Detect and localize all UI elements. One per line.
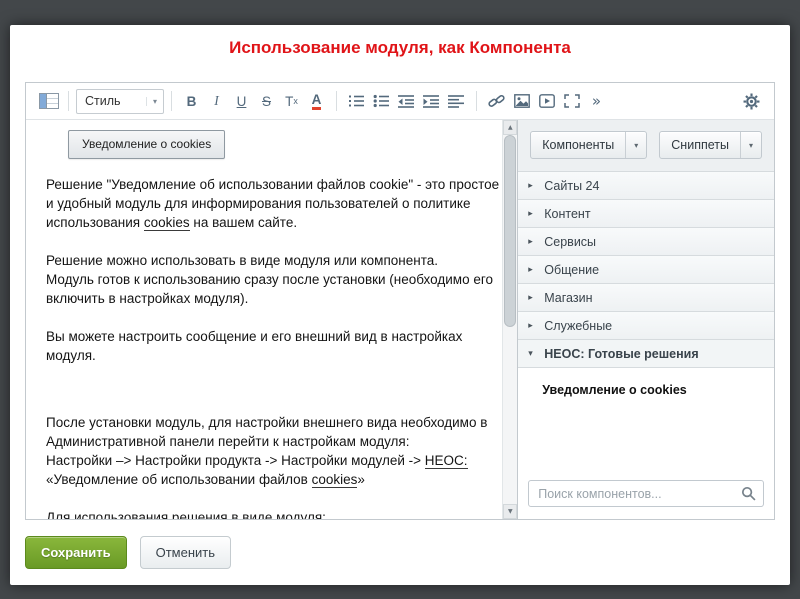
underline-button[interactable]: U — [229, 89, 254, 114]
components-panel: Компоненты ▾ Сниппеты ▾ ▸ Сайты 24 ▸ — [517, 120, 774, 519]
indent-icon — [423, 94, 440, 108]
more-tools-button[interactable]: » — [584, 89, 609, 114]
spellcheck-word: НЕОС: — [425, 453, 468, 469]
page-title: Использование модуля, как Компонента — [10, 25, 790, 58]
search-button[interactable] — [741, 486, 756, 506]
paragraph: Решение "Уведомление об использовании фа… — [46, 175, 502, 232]
chevron-right-icon: ▸ — [528, 181, 537, 191]
chevron-down-icon: ▾ — [146, 97, 157, 106]
editor-main: Уведомление о cookies Решение "Уведомлен… — [26, 120, 774, 519]
toolbar-divider — [68, 91, 69, 111]
chevron-down-icon[interactable]: ▾ — [740, 132, 761, 158]
text-color-button[interactable]: A — [312, 93, 322, 110]
toolbar-divider — [336, 91, 337, 111]
unordered-list-button[interactable] — [369, 89, 394, 114]
outdent-icon — [398, 94, 415, 108]
paragraph: Вы можете настроить сообщение и его внеш… — [46, 327, 502, 365]
clear-format-button[interactable]: Tx — [279, 89, 304, 114]
link-button[interactable] — [484, 89, 509, 114]
chevron-right-icon: ▸ — [528, 293, 537, 303]
image-icon — [514, 94, 530, 108]
scrollbar-up-button[interactable]: ▲ — [503, 120, 517, 135]
editor-content[interactable]: Уведомление о cookies Решение "Уведомлен… — [26, 120, 502, 519]
section-communication[interactable]: ▸ Общение — [518, 256, 774, 284]
align-button[interactable] — [444, 89, 469, 114]
editor-dialog: Использование модуля, как Компонента Сти… — [10, 25, 790, 585]
bold-button[interactable]: B — [179, 89, 204, 114]
strikethrough-button[interactable]: S — [254, 89, 279, 114]
spellcheck-word: cookies — [312, 472, 358, 488]
outdent-button[interactable] — [394, 89, 419, 114]
style-select-label: Стиль — [85, 94, 121, 108]
component-search-row — [518, 474, 774, 519]
chevron-right-icon: ▸ — [528, 321, 537, 331]
save-button[interactable]: Сохранить — [25, 536, 127, 569]
chevron-down-icon: ▾ — [528, 349, 537, 359]
section-sites24[interactable]: ▸ Сайты 24 — [518, 172, 774, 200]
video-icon — [539, 94, 555, 108]
chevron-right-icon: ▸ — [528, 237, 537, 247]
editor-toolbar: Стиль ▾ B I U S Tx A — [26, 83, 774, 120]
italic-button[interactable]: I — [204, 89, 229, 114]
scrollbar-track[interactable] — [503, 135, 517, 504]
chevron-down-icon[interactable]: ▾ — [625, 132, 646, 158]
image-button[interactable] — [509, 89, 534, 114]
components-panel-toggle-button[interactable] — [36, 89, 61, 114]
wysiwyg-editor: Стиль ▾ B I U S Tx A — [25, 82, 775, 520]
section-shop[interactable]: ▸ Магазин — [518, 284, 774, 312]
settings-button[interactable] — [739, 89, 764, 114]
cancel-button[interactable]: Отменить — [140, 536, 231, 569]
dialog-footer: Сохранить Отменить — [25, 536, 231, 569]
panel-buttons-row: Компоненты ▾ Сниппеты ▾ — [518, 120, 774, 171]
section-children: Уведомление о cookies — [518, 368, 774, 474]
toolbar-divider — [476, 91, 477, 111]
snippets-button[interactable]: Сниппеты ▾ — [659, 131, 762, 159]
section-services[interactable]: ▸ Сервисы — [518, 228, 774, 256]
components-button[interactable]: Компоненты ▾ — [530, 131, 647, 159]
scrollbar-down-button[interactable]: ▼ — [503, 504, 517, 519]
paragraph: Для использования решения в виде модуля: — [46, 508, 502, 519]
unordered-list-icon — [373, 94, 390, 108]
spellcheck-word: cookies — [144, 215, 190, 231]
editor-scrollbar[interactable]: ▲ ▼ — [502, 120, 517, 519]
component-item-cookies[interactable]: Уведомление о cookies — [518, 368, 774, 397]
search-icon — [741, 486, 756, 501]
toolbar-divider — [171, 91, 172, 111]
components-accordion: ▸ Сайты 24 ▸ Контент ▸ Сервисы ▸ Общение — [518, 171, 774, 368]
ordered-list-button[interactable] — [344, 89, 369, 114]
section-neos-solutions[interactable]: ▾ НЕОС: Готовые решения — [518, 340, 774, 368]
link-icon — [488, 94, 506, 108]
paragraph: Решение можно использовать в виде модуля… — [46, 251, 502, 308]
chevron-right-icon: ▸ — [528, 209, 537, 219]
fullscreen-button[interactable] — [559, 89, 584, 114]
indent-button[interactable] — [419, 89, 444, 114]
components-panel-icon — [39, 93, 59, 109]
fullscreen-icon — [564, 94, 580, 108]
component-chip[interactable]: Уведомление о cookies — [68, 130, 225, 159]
ordered-list-icon — [348, 94, 365, 108]
search-input[interactable] — [528, 480, 764, 507]
style-select[interactable]: Стиль ▾ — [76, 89, 164, 114]
section-utility[interactable]: ▸ Служебные — [518, 312, 774, 340]
paragraph: После установки модуль, для настройки вн… — [46, 413, 502, 489]
scrollbar-thumb[interactable] — [504, 135, 516, 327]
align-icon — [448, 94, 465, 108]
chevron-right-icon: ▸ — [528, 265, 537, 275]
gear-icon — [743, 93, 760, 110]
video-button[interactable] — [534, 89, 559, 114]
section-content[interactable]: ▸ Контент — [518, 200, 774, 228]
